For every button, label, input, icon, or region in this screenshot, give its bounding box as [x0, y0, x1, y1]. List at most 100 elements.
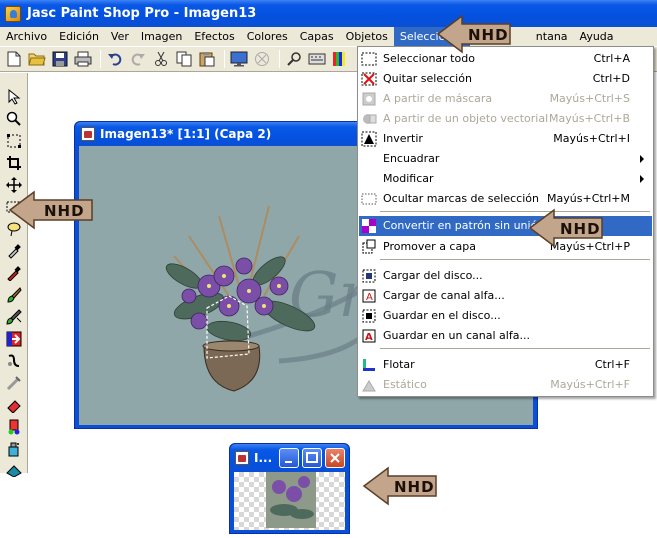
cut-icon[interactable] [151, 49, 171, 69]
browse-icon[interactable] [229, 49, 249, 69]
eraser-icon[interactable] [3, 395, 24, 415]
image-window-title: Imagen13* [1:1] (Capa 2) [100, 127, 272, 141]
nhd-arrow-badge-tool: NHD [8, 190, 93, 230]
submenu-arrow-icon [640, 175, 644, 183]
menu-imagen[interactable]: Imagen [135, 27, 188, 46]
from-vector-icon [361, 111, 377, 127]
menu-item-save-disk[interactable]: Guardar en el disco... [359, 306, 652, 326]
nhd-arrow-badge-mini: NHD [362, 466, 437, 506]
clone-brush-icon[interactable] [3, 307, 24, 327]
menu-capas[interactable]: Capas [294, 27, 340, 46]
undo-icon[interactable] [105, 49, 125, 69]
svg-text:A: A [365, 332, 373, 343]
menu-item-invert[interactable]: Invertir Mayús+Ctrl+I [359, 129, 652, 149]
picture-tube-icon[interactable] [3, 417, 24, 437]
crop-tool-icon[interactable] [3, 153, 24, 173]
deform-tool-icon[interactable] [3, 131, 24, 151]
nhd-arrow-badge-menu: NHD [436, 14, 511, 54]
color-dropper-icon[interactable] [3, 263, 24, 283]
menu-item-load-disk[interactable]: Cargar del disco... [359, 266, 652, 286]
redo-icon[interactable] [128, 49, 148, 69]
seamless-icon [361, 218, 377, 234]
mini-image-window[interactable]: I... [229, 443, 350, 534]
paint-brush-icon[interactable] [3, 285, 24, 305]
paste-icon[interactable] [197, 49, 217, 69]
promote-layer-icon [361, 239, 377, 255]
menu-item-load-alpha[interactable]: A Cargar de canal alfa... [359, 286, 652, 306]
flood-fill-icon[interactable] [3, 461, 24, 481]
close-button[interactable] [325, 448, 345, 468]
menu-item-hide-marquee[interactable]: Ocultar marcas de selección Mayús+Ctrl+M [359, 189, 652, 209]
menu-colores[interactable]: Colores [241, 27, 294, 46]
save-icon[interactable] [50, 49, 70, 69]
badge-label: NHD [394, 478, 435, 496]
select-all-icon [361, 51, 377, 67]
close-icon [330, 453, 340, 463]
copy-icon[interactable] [174, 49, 194, 69]
app-title-bar[interactable]: Jasc Paint Shop Pro - Imagen13 [0, 0, 657, 27]
toolbar-separator [279, 50, 280, 68]
color-replacer-icon[interactable] [3, 329, 24, 349]
menu-item-modificar[interactable]: Modificar [359, 169, 652, 189]
new-icon[interactable] [4, 49, 24, 69]
svg-text:A: A [366, 292, 373, 303]
menu-item-float[interactable]: Flotar Ctrl+F [359, 355, 652, 375]
save-disk-icon [361, 308, 377, 324]
menu-separator [380, 211, 650, 212]
menu-edicion[interactable]: Edición [53, 27, 105, 46]
open-icon[interactable] [27, 49, 47, 69]
menu-ayuda[interactable]: Ayuda [574, 27, 620, 46]
app-icon[interactable] [5, 5, 21, 22]
print-icon[interactable] [73, 49, 93, 69]
document-icon [235, 451, 249, 465]
menu-item-from-mask[interactable]: A partir de máscara Mayús+Ctrl+S [359, 89, 652, 109]
document-icon [81, 127, 95, 141]
menu-efectos[interactable]: Efectos [188, 27, 240, 46]
maximize-button[interactable] [302, 448, 322, 468]
menu-archivo[interactable]: Archivo [0, 27, 53, 46]
menu-ver[interactable]: Ver [105, 27, 135, 46]
float-icon [361, 357, 377, 373]
stop-icon[interactable] [252, 49, 272, 69]
menu-bar: Archivo Edición Ver Imagen Efectos Color… [0, 27, 657, 46]
defloat-icon [361, 377, 377, 393]
minimize-button[interactable] [279, 448, 299, 468]
airbrush-icon[interactable] [3, 439, 24, 459]
keyboard-icon[interactable] [307, 49, 327, 69]
mini-canvas[interactable] [234, 472, 345, 530]
palette-icon[interactable] [330, 49, 350, 69]
save-alpha-icon: A [361, 328, 377, 344]
zoom-tool-icon[interactable] [3, 109, 24, 129]
zoom-icon[interactable] [284, 49, 304, 69]
badge-label: NHD [560, 220, 601, 238]
hide-marquee-icon [361, 191, 377, 207]
arrow-tool-icon[interactable] [3, 87, 24, 107]
app-title: Jasc Paint Shop Pro - Imagen13 [27, 6, 257, 21]
menu-objetos[interactable]: Objetos [340, 27, 394, 46]
menu-item-seamless-pattern[interactable]: Convertir en patrón sin unión [359, 216, 652, 236]
menu-item-encuadrar[interactable]: Encuadrar [359, 149, 652, 169]
load-alpha-icon: A [361, 288, 377, 304]
menu-item-save-alpha[interactable]: A Guardar en un canal alfa... [359, 326, 652, 346]
load-disk-icon [361, 268, 377, 284]
menu-separator [380, 259, 650, 260]
submenu-arrow-icon [640, 155, 644, 163]
menu-item-promote-layer[interactable]: Promover a capa Mayús+Ctrl+P [359, 237, 652, 257]
scratch-remover-icon[interactable] [3, 373, 24, 393]
toolbar-separator [100, 50, 101, 68]
select-none-icon [361, 71, 377, 87]
nhd-arrow-badge-item: NHD [528, 208, 603, 248]
minimize-icon [285, 461, 292, 463]
retouch-icon[interactable] [3, 351, 24, 371]
menu-item-defloat[interactable]: Estático Mayús+Ctrl+F [359, 375, 652, 395]
maximize-icon [306, 452, 318, 463]
badge-label: NHD [44, 202, 85, 220]
mini-flower-thumbnail [266, 472, 316, 528]
badge-label: NHD [468, 26, 509, 44]
menu-item-select-none[interactable]: Quitar selección Ctrl+D [359, 69, 652, 89]
toolbar-separator [224, 50, 225, 68]
menu-item-from-vector[interactable]: A partir de un objeto vectorial Mayús+Ct… [359, 109, 652, 129]
invert-icon [361, 131, 377, 147]
seleccionar-dropdown-menu: Seleccionar todo Ctrl+A Quitar selección… [357, 46, 654, 397]
dropper-tool-icon[interactable] [3, 241, 24, 261]
